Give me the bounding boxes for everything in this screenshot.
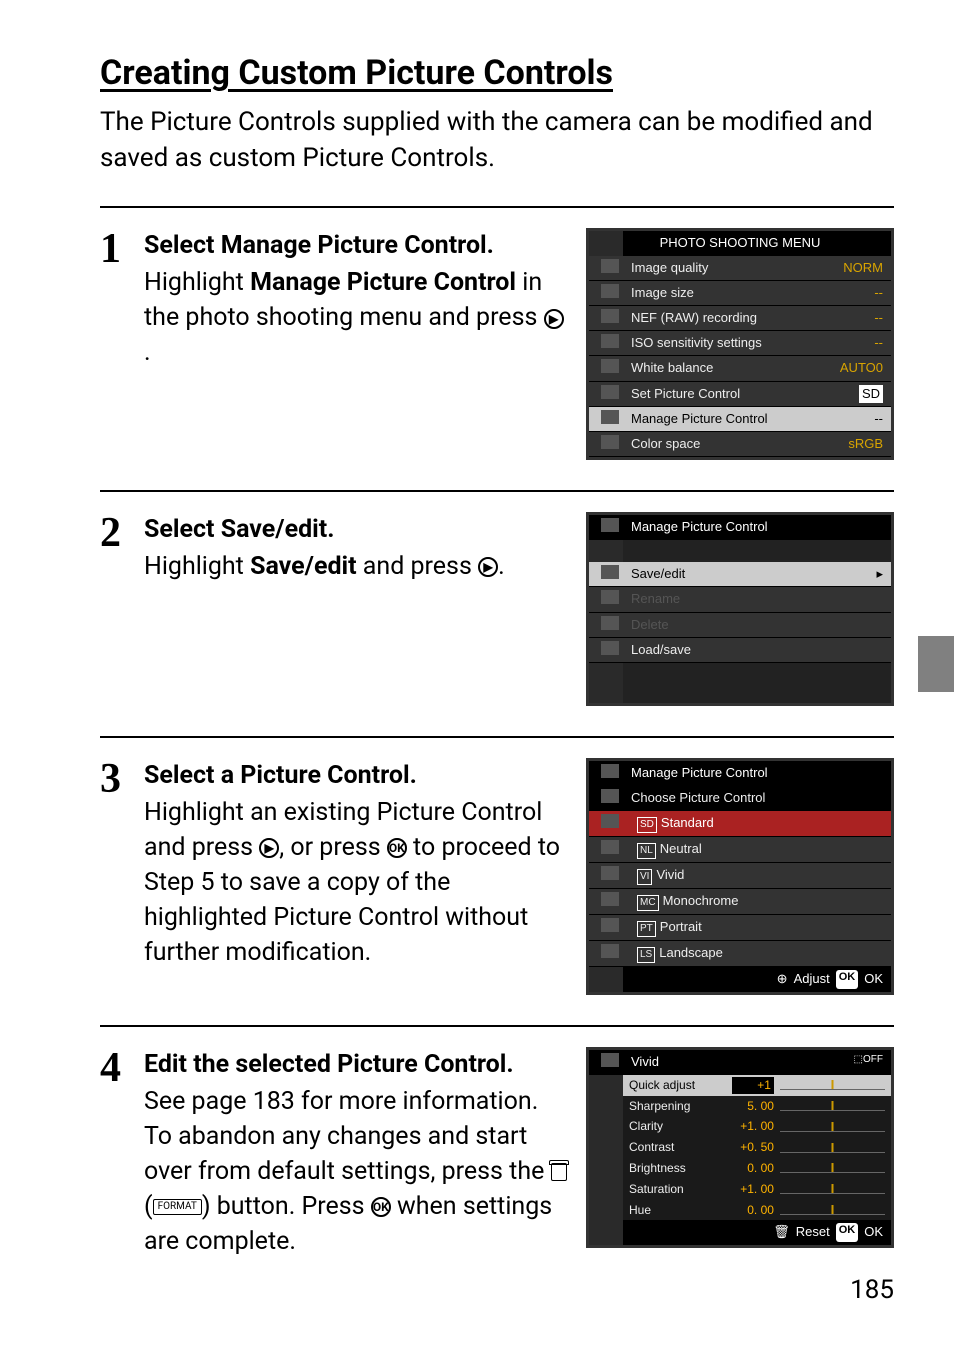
step-2: 2 Select Save/edit. Highlight Save/edit … (100, 490, 894, 736)
step-number: 3 (100, 758, 132, 995)
multi-right-icon: ▶ (259, 838, 279, 858)
step-body-text: Highlight an existing Picture Control an… (144, 795, 568, 970)
trash-icon (551, 1163, 567, 1181)
multi-right-icon: ▶ (478, 557, 498, 577)
screenshot-choose-control: Manage Picture Control Choose Picture Co… (586, 758, 894, 995)
multi-right-icon: ▶ (544, 309, 564, 329)
step-number: 1 (100, 228, 132, 460)
step-title: Edit the selected Picture Control. (144, 1047, 568, 1082)
step-title: Select Manage Picture Control. (144, 228, 568, 263)
step-body-text: Highlight Manage Picture Control in the … (144, 265, 568, 370)
step-body-text: See page 183 for more information. To ab… (144, 1084, 568, 1259)
step-number: 2 (100, 512, 132, 706)
step-title: Select a Picture Control. (144, 758, 568, 793)
format-badge-icon: FORMAT (153, 1199, 202, 1215)
step-4: 4 Edit the selected Picture Control. See… (100, 1025, 894, 1289)
page-heading: Creating Custom Picture Controls (100, 50, 894, 98)
ok-icon: OK (387, 838, 407, 858)
screenshot-photo-menu: PHOTO SHOOTING MENU Image qualityNORM Im… (586, 228, 894, 460)
page-number: 185 (850, 1272, 894, 1308)
screenshot-title: PHOTO SHOOTING MENU (589, 231, 891, 255)
step-3: 3 Select a Picture Control. Highlight an… (100, 736, 894, 1025)
thumb-tab (918, 636, 954, 692)
screenshot-edit-control: Vivid⬚OFF Quick adjust+1 Sharpening5. 00… (586, 1047, 894, 1248)
step-title: Select Save/edit. (144, 512, 568, 547)
intro-text: The Picture Controls supplied with the c… (100, 104, 894, 177)
step-body-text: Highlight Save/edit and press ▶. (144, 549, 568, 584)
screenshot-save-edit: Manage Picture Control Save/edit▸ Rename… (586, 512, 894, 706)
step-number: 4 (100, 1047, 132, 1259)
step-1: 1 Select Manage Picture Control. Highlig… (100, 206, 894, 490)
ok-icon: OK (371, 1197, 391, 1217)
